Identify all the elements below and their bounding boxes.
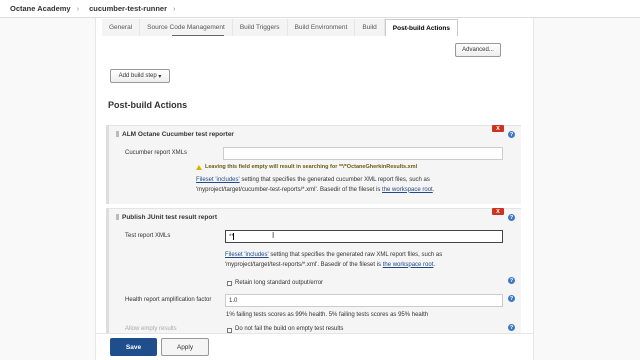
no-fail-empty-label: Do not fail the build on empty test resu… [235,326,344,332]
delete-cucumber-reporter-button[interactable]: X [492,125,504,132]
save-button[interactable]: Save [110,338,157,356]
cucumber-desc-text1: setting that specifies the generated cuc… [239,177,430,183]
breadcrumb: Octane Academy › cucumber-test-runner › [0,0,640,18]
breadcrumb-separator: › [173,4,176,13]
left-gutter [0,18,96,360]
breadcrumb-separator: › [76,4,80,13]
cucumber-desc-end: . [432,186,435,193]
drag-handle-icon[interactable] [116,131,119,138]
cucumber-reporter-title-text: ALM Octane Cucumber test reporter [122,131,234,138]
help-icon[interactable]: ? [508,295,515,302]
tab-source-code-management[interactable]: Source Code Management [140,19,233,36]
tab-build-triggers[interactable]: Build Triggers [232,19,288,36]
chevron-down-icon: ▾ [158,73,162,80]
warning-icon [196,164,202,170]
cucumber-reporter-title: ALM Octane Cucumber test reporter [116,131,234,138]
add-build-step-label: Add build step [118,73,157,79]
cucumber-empty-warning: Leaving this field empty will result in … [196,164,417,170]
breadcrumb-item-job[interactable]: cucumber-test-runner [89,4,167,13]
help-icon[interactable]: ? [508,277,515,284]
allow-empty-results-label: Allow empty results [125,326,177,332]
config-tabs: General Source Code Management Build Tri… [102,19,458,36]
cucumber-field-description: Fileset 'includes' setting that specifie… [196,176,516,195]
tab-build[interactable]: Build [355,19,385,36]
workspace-root-link[interactable]: the workspace root [383,262,434,268]
breadcrumb-item-octane-academy[interactable]: Octane Academy [10,4,71,13]
advanced-button[interactable]: Advanced... [455,43,501,57]
junit-reporter-title-text: Publish JUnit test result report [122,214,217,221]
test-report-xmls-input[interactable]: ** [225,230,503,243]
test-report-xmls-label: Test report XMLs [125,233,171,239]
drag-handle-icon[interactable] [116,214,119,221]
tab-divider [172,35,224,36]
help-icon[interactable]: ? [508,131,515,138]
workspace-root-link[interactable]: the workspace root [382,187,433,193]
help-icon[interactable]: ? [508,324,515,331]
junit-field-description: Fileset 'includes' setting that specifie… [225,251,525,270]
tab-build-environment[interactable]: Build Environment [287,19,356,36]
right-gutter [533,18,640,360]
mouse-ibeam-cursor-icon: I [272,231,275,240]
fileset-includes-link[interactable]: Fileset 'includes' [196,177,240,183]
fileset-includes-link[interactable]: Fileset 'includes' [225,252,269,258]
text-caret [233,233,234,240]
apply-button[interactable]: Apply [161,338,209,356]
health-factor-input[interactable]: 1.0 [225,294,503,307]
junit-reporter-title: Publish JUnit test result report [116,214,217,221]
help-icon[interactable]: ? [508,214,515,221]
junit-desc-text1: setting that specifies the generated raw… [268,252,443,258]
health-factor-description: 1% failing tests scores as 99% health. 5… [226,312,429,318]
retain-output-checkbox[interactable] [227,281,232,286]
junit-desc-end: . [433,261,436,268]
add-build-step-button[interactable]: Add build step ▾ [110,69,170,83]
tab-post-build-actions[interactable]: Post-build Actions [384,19,458,36]
tab-general[interactable]: General [102,19,141,36]
cucumber-empty-warning-text: Leaving this field empty will result in … [205,164,418,170]
delete-junit-reporter-button[interactable]: X [492,208,504,215]
cucumber-desc-text2: 'myproject/target/cucumber-test-reports/… [196,186,383,193]
cucumber-report-xmls-label: Cucumber report XMLs [125,150,188,156]
cucumber-report-xmls-input[interactable] [223,147,503,160]
retain-output-label: Retain long standard output/error [235,280,324,286]
health-factor-label: Health report amplification factor [125,297,212,303]
section-title-post-build: Post-build Actions [108,100,188,110]
junit-desc-text2: 'myproject/target/test-reports/*.xml'. B… [225,261,383,268]
